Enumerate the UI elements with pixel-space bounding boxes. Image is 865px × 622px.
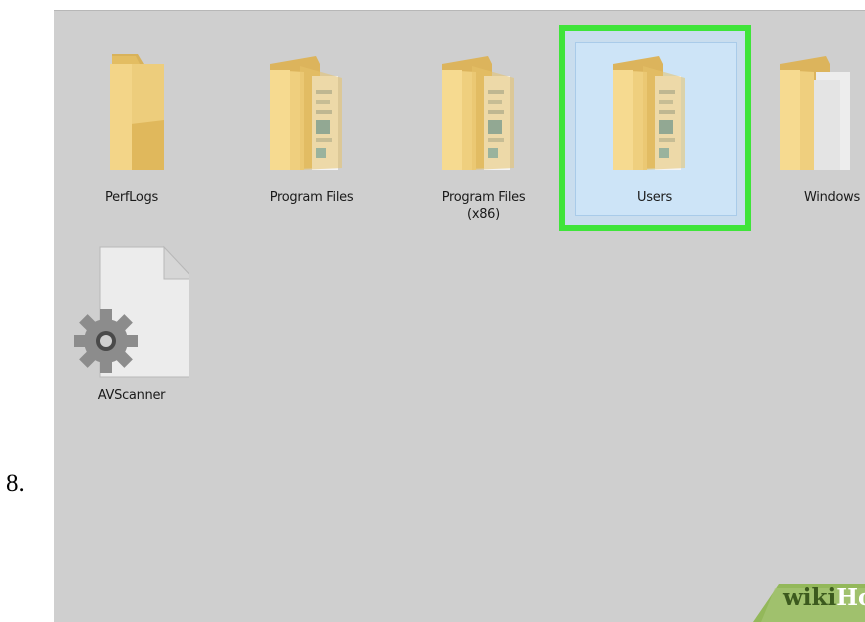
folder-icon <box>110 54 164 170</box>
item-label: AVScanner <box>97 388 166 403</box>
wikihow-watermark: wikiHow <box>709 578 865 622</box>
folder-users[interactable]: Users <box>587 50 722 220</box>
folder-icon <box>780 56 850 170</box>
step-number: 8. <box>6 470 25 497</box>
folder-icon <box>270 56 342 170</box>
file-avscanner[interactable]: AVScanner <box>74 245 196 410</box>
gear-icon <box>74 309 138 373</box>
watermark-how: How <box>836 584 865 611</box>
top-divider <box>54 10 865 11</box>
item-label: Program Files <box>269 190 354 205</box>
folder-program-files[interactable]: Program Files <box>244 50 379 220</box>
folder-icon <box>442 56 514 170</box>
system-file-icon <box>74 245 196 378</box>
file-explorer-view: PerfLogs Program Files Program Files (x8… <box>54 0 865 622</box>
item-label-line2: (x86) <box>467 207 500 222</box>
folder-icon <box>613 56 685 170</box>
folder-perflogs[interactable]: PerfLogs <box>74 50 189 220</box>
item-label: Windows <box>804 190 860 205</box>
watermark-text: wikiHow <box>783 584 865 611</box>
item-label: Users <box>637 190 672 205</box>
watermark-wiki: wiki <box>783 584 837 611</box>
folder-program-files-x86[interactable]: Program Files (x86) <box>416 50 551 235</box>
item-label: PerfLogs <box>105 190 158 205</box>
top-edge <box>54 0 865 10</box>
item-label-line1: Program Files <box>441 190 526 205</box>
folder-windows[interactable]: Windows <box>754 50 865 220</box>
